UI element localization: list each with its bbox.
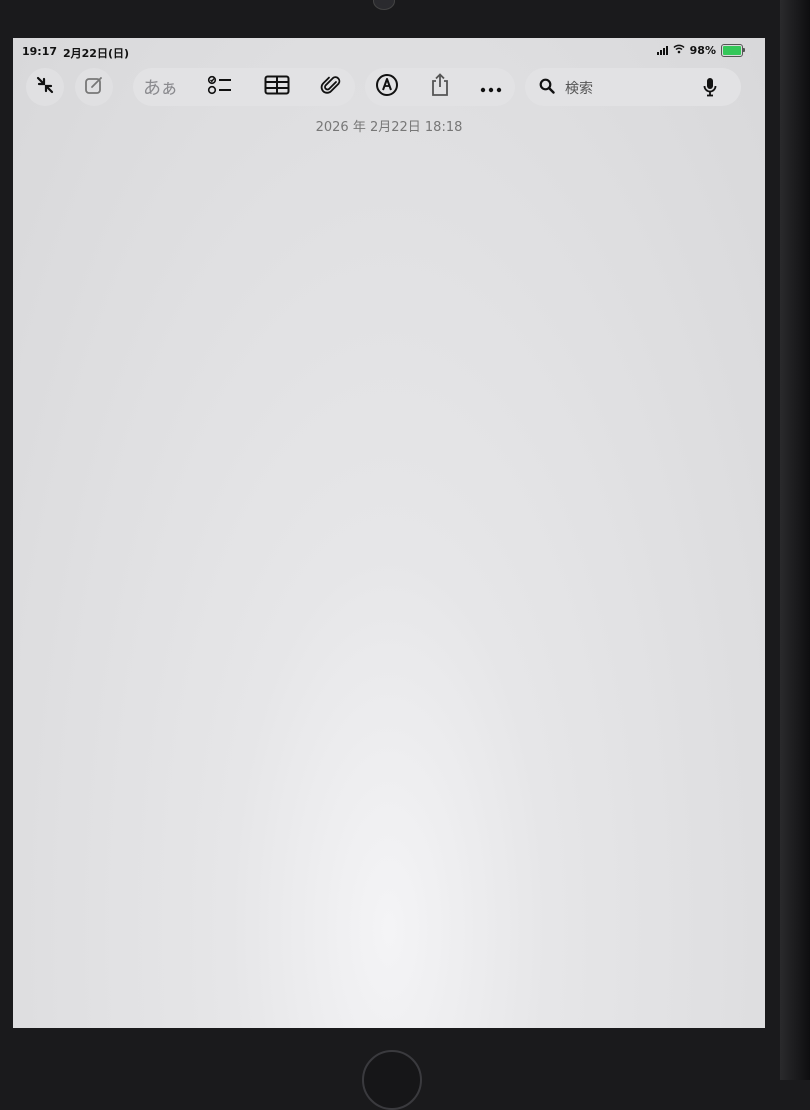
table-button[interactable] xyxy=(258,68,296,106)
search-field[interactable]: 検索 xyxy=(525,68,741,106)
front-camera xyxy=(373,0,395,10)
checklist-button[interactable] xyxy=(201,68,239,106)
collapse-button[interactable] xyxy=(26,68,64,106)
home-button[interactable] xyxy=(362,1050,422,1110)
signal-icon xyxy=(656,46,668,55)
status-right: 98% xyxy=(656,44,745,57)
status-date: 2月22日(日) xyxy=(63,47,130,60)
markup-icon xyxy=(375,73,399,101)
status-bar: 19:17 2月22日(日) 98% xyxy=(13,38,765,64)
battery-icon xyxy=(721,44,745,57)
notes-screen: 19:17 2月22日(日) 98% あぁ 検索 2026 年 2月22日 18… xyxy=(13,38,765,1028)
note-date: 2026 年 2月22日 18:18 xyxy=(315,120,463,135)
share-button[interactable] xyxy=(421,68,459,106)
device-edge xyxy=(780,0,810,1080)
battery-level xyxy=(723,46,741,55)
markup-button[interactable] xyxy=(368,68,406,106)
wifi-icon xyxy=(673,44,685,57)
collapse-icon xyxy=(35,75,55,99)
toolbar: あぁ 検索 xyxy=(13,68,765,108)
note-body[interactable] xyxy=(33,143,745,1003)
attachment-icon xyxy=(320,74,342,100)
text-format-button[interactable]: あぁ xyxy=(141,68,179,106)
checklist-icon xyxy=(207,74,233,100)
status-time: 19:17 xyxy=(22,45,58,58)
microphone-icon[interactable] xyxy=(703,77,717,101)
search-placeholder: 検索 xyxy=(565,81,593,97)
battery-percent: 98% xyxy=(689,44,716,57)
text-format-label: あぁ xyxy=(143,78,178,99)
compose-button[interactable] xyxy=(75,68,113,106)
table-icon xyxy=(264,75,290,99)
more-button[interactable] xyxy=(472,68,510,106)
search-icon xyxy=(539,78,555,98)
attachment-button[interactable] xyxy=(312,68,350,106)
more-icon xyxy=(480,78,502,97)
share-icon xyxy=(429,73,451,101)
compose-icon xyxy=(84,75,104,99)
